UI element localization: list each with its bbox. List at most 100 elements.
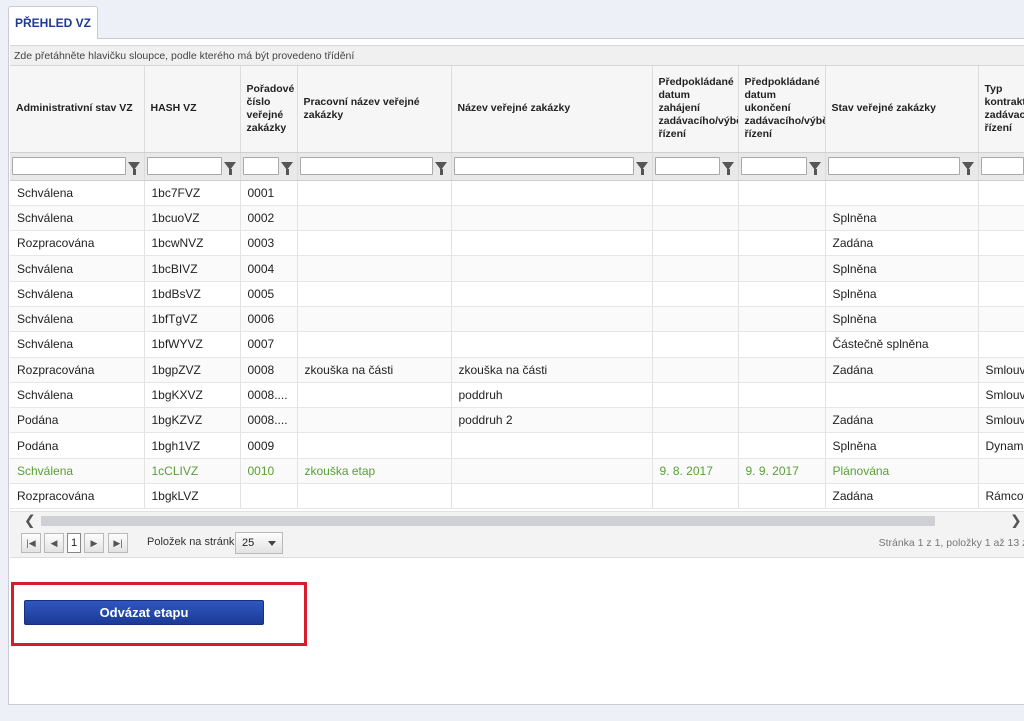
table-cell: poddruh bbox=[451, 382, 653, 409]
scroll-left-icon[interactable]: ❮ bbox=[24, 513, 36, 527]
table-cell: Dynamický bbox=[978, 432, 1024, 459]
table-cell: 0008.... bbox=[240, 382, 298, 409]
filter-input[interactable] bbox=[740, 157, 807, 175]
filter-button[interactable] bbox=[808, 157, 823, 175]
filter-button[interactable] bbox=[635, 157, 650, 175]
table-cell bbox=[738, 382, 826, 409]
table-cell: Podána bbox=[10, 432, 145, 459]
table-cell: 0010 bbox=[240, 458, 298, 485]
table-cell bbox=[297, 432, 452, 459]
table-cell bbox=[451, 230, 653, 257]
filter-button[interactable] bbox=[223, 157, 238, 175]
table-cell bbox=[738, 180, 826, 206]
table-cell: 1cCLIVZ bbox=[144, 458, 241, 485]
grid-body: Schválena 1bc7FVZ 0001 Schválena 1bcuoVZ 0002… bbox=[10, 180, 1024, 510]
table-cell bbox=[652, 180, 739, 206]
table-row[interactable]: Rozpracována 1bcwNVZ 0003 Zadána bbox=[10, 230, 1024, 257]
table-row[interactable]: Schválena 1bcBIVZ 0004 Splněna bbox=[10, 255, 1024, 282]
table-cell: Schválena bbox=[10, 180, 145, 206]
table-row[interactable]: Schválena 1bc7FVZ 0001 bbox=[10, 180, 1024, 206]
filter-icon bbox=[128, 162, 140, 175]
table-row[interactable]: Podána 1bgKZVZ 0008.... poddruh 2 Zadána Smlo… bbox=[10, 407, 1024, 434]
filter-icon bbox=[809, 162, 821, 175]
column-filter bbox=[451, 152, 653, 181]
table-cell: 1bcBIVZ bbox=[144, 255, 241, 282]
scrollbar-thumb[interactable] bbox=[41, 516, 935, 526]
table-row[interactable]: Schválena1bgKXVZ0008.... poddruh Smlouva bbox=[10, 382, 1024, 409]
next-page-button[interactable]: ▶ bbox=[84, 533, 104, 553]
table-cell: Plánována bbox=[825, 458, 979, 485]
filter-button[interactable] bbox=[127, 157, 142, 175]
table-cell: zkouška etap bbox=[297, 458, 452, 485]
filter-input[interactable] bbox=[827, 157, 960, 175]
filter-button[interactable] bbox=[721, 157, 736, 175]
group-by-hint[interactable]: Zde přetáhněte hlavičku sloupce, podle k… bbox=[10, 45, 1024, 66]
table-row[interactable]: Schválena 1cCLIVZ 0010 zkouška etap 9. 8. 20… bbox=[10, 458, 1024, 485]
table-cell: poddruh 2 bbox=[451, 407, 653, 434]
table-row[interactable]: Podána1bgh1VZ0009 SplněnaDynamický bbox=[10, 432, 1024, 459]
table-cell: Schválena bbox=[10, 255, 145, 282]
filter-input[interactable] bbox=[654, 157, 720, 175]
table-row[interactable]: Rozpracována1bgkLVZ ZadánaRámcová bbox=[10, 483, 1024, 510]
filter-input[interactable] bbox=[12, 157, 126, 175]
current-page[interactable]: 1 bbox=[67, 533, 81, 553]
filter-button[interactable] bbox=[961, 157, 976, 175]
table-row[interactable]: Schválena 1bcuoVZ 0002 Splněna bbox=[10, 205, 1024, 232]
filter-row bbox=[10, 152, 1024, 181]
column-header[interactable]: Předpokládané datum zahájení zadávacího/… bbox=[652, 66, 739, 153]
filter-input[interactable] bbox=[980, 157, 1024, 175]
table-cell bbox=[738, 230, 826, 257]
table-cell bbox=[297, 255, 452, 282]
filter-input[interactable] bbox=[146, 157, 222, 175]
column-header[interactable]: HASH VZ bbox=[144, 66, 241, 153]
tab-prehled-vz[interactable]: PŘEHLED VZ bbox=[8, 6, 98, 39]
table-row[interactable]: Schválena 1bfWYVZ 0007 Částečně splněna bbox=[10, 331, 1024, 358]
filter-input[interactable] bbox=[299, 157, 433, 175]
per-page-select[interactable]: 25 bbox=[235, 532, 283, 554]
table-cell: Smlouva bbox=[978, 357, 1024, 383]
table-cell: 1bfWYVZ bbox=[144, 331, 241, 358]
data-grid: Zde přetáhněte hlavičku sloupce, podle k… bbox=[10, 45, 1024, 510]
table-cell: 1bgKXVZ bbox=[144, 382, 241, 409]
last-page-button[interactable]: ▶| bbox=[108, 533, 128, 553]
prev-page-button[interactable]: ◀ bbox=[44, 533, 64, 553]
first-page-button[interactable]: |◀ bbox=[21, 533, 41, 553]
filter-button[interactable] bbox=[280, 157, 295, 175]
table-cell bbox=[652, 382, 739, 409]
table-cell bbox=[451, 180, 653, 206]
column-header[interactable]: Pořadové číslo veřejné zakázky bbox=[240, 66, 298, 153]
unlink-stage-button[interactable]: Odvázat etapu bbox=[24, 600, 264, 625]
table-cell: Zadána bbox=[825, 357, 979, 383]
column-header[interactable]: Stav veřejné zakázky bbox=[825, 66, 979, 153]
filter-icon bbox=[224, 162, 236, 175]
table-row[interactable]: Schválena 1bfTgVZ 0006 Splněna bbox=[10, 306, 1024, 333]
table-row[interactable]: Rozpracována 1bgpZVZ 0008 zkouška na části z… bbox=[10, 357, 1024, 383]
table-row[interactable]: Schválena 1bdBsVZ 0005 Splněna bbox=[10, 281, 1024, 307]
horizontal-scrollbar[interactable]: ❮ ❯ bbox=[10, 511, 1024, 528]
main-panel: Zde přetáhněte hlavičku sloupce, podle k… bbox=[8, 38, 1024, 705]
table-cell: 0005 bbox=[240, 281, 298, 307]
table-cell: Schválena bbox=[10, 458, 145, 485]
column-filter bbox=[738, 152, 826, 181]
filter-icon bbox=[962, 162, 974, 175]
table-cell: Smlouva bbox=[978, 382, 1024, 409]
column-header[interactable]: Název veřejné zakázky bbox=[451, 66, 653, 153]
scroll-right-icon[interactable]: ❯ bbox=[1010, 513, 1022, 527]
filter-input[interactable] bbox=[242, 157, 279, 175]
table-cell bbox=[451, 255, 653, 282]
column-header[interactable]: Předpokládané datum ukončení zadávacího/… bbox=[738, 66, 826, 153]
table-cell bbox=[978, 255, 1024, 282]
table-cell: 9. 8. 2017 bbox=[652, 458, 739, 485]
column-header[interactable]: Administrativní stav VZ bbox=[10, 66, 145, 153]
filter-button[interactable] bbox=[434, 157, 449, 175]
table-cell bbox=[297, 205, 452, 232]
chevron-down-icon bbox=[268, 541, 276, 546]
table-cell: Schválena bbox=[10, 306, 145, 333]
column-header[interactable]: Pracovní název veřejné zakázky bbox=[297, 66, 452, 153]
filter-input[interactable] bbox=[453, 157, 634, 175]
table-cell: 1bdBsVZ bbox=[144, 281, 241, 307]
table-cell bbox=[738, 432, 826, 459]
column-header[interactable]: Typ kontraktu zadávacího řízení bbox=[978, 66, 1024, 153]
table-cell: 1bcuoVZ bbox=[144, 205, 241, 232]
table-cell bbox=[738, 357, 826, 383]
